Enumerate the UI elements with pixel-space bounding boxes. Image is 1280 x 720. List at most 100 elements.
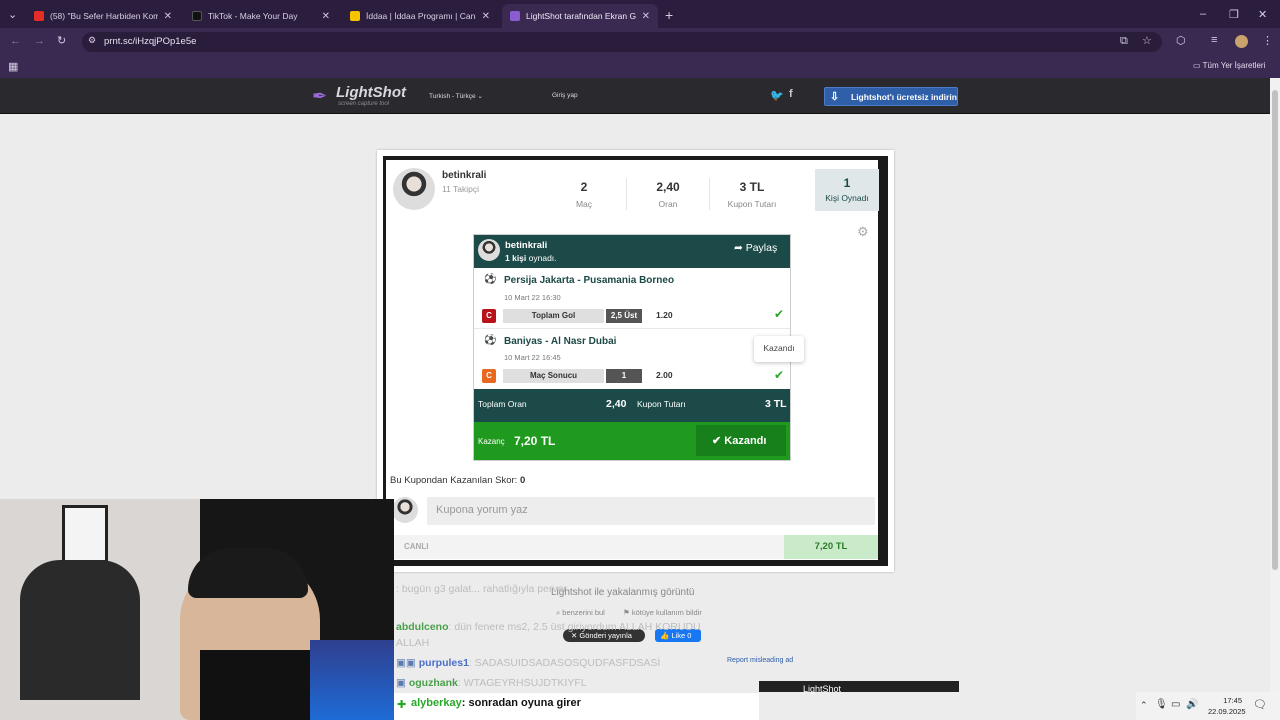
chat-user: alyberkay [411,697,462,709]
won-button[interactable]: ✔ Kazandı [696,425,786,456]
stat-label: Oran [658,199,678,209]
tab-youtube[interactable]: (58) "Bu Sefer Harbiden Komik ✕ [26,4,180,28]
chat-line: abdulceno: dün fenere ms2, 2.5 üst giriy… [396,619,731,651]
microphone-icon[interactable]: 🎙 [1155,699,1168,710]
tab-title: TikTok - Make Your Day [208,11,298,21]
chat-line: alyberkay: sonradan oyuna girer [411,697,581,709]
forward-icon[interactable]: → [34,35,45,47]
address-bar[interactable]: prnt.sc/iHzqjPOp1e5e [82,32,1162,52]
tab-iddaa[interactable]: İddaa | İddaa Programı | Canlı İ ✕ [342,4,498,28]
soccer-ball-icon: ⚽ [484,274,497,285]
minimize-button[interactable]: – [1200,8,1206,20]
played-bold: 1 kişi [505,253,527,263]
lightshot-icon [510,11,520,21]
tab-lightshot[interactable]: LightShot tarafından Ekran Gör ✕ [502,4,658,28]
share-button[interactable]: ➦ Paylaş [734,242,777,254]
total-odds-label: Toplam Oran [478,399,527,409]
played-rest: oynadı. [526,253,557,263]
stat-value: 2 [580,180,588,194]
maximize-button[interactable]: ❐ [1229,8,1239,21]
close-icon[interactable]: ✕ [482,11,490,22]
ad-logo-text: LightShot [803,684,842,694]
share-label: Paylaş [745,242,778,254]
close-window-button[interactable]: ✕ [1258,8,1267,21]
status-badge: C [482,309,496,323]
scrollbar-thumb[interactable] [1272,90,1278,570]
bookmark-star-icon[interactable]: ☆ [1142,34,1152,47]
all-bookmarks[interactable]: ▭ Tüm Yer İşaretleri [1193,61,1265,70]
chat-line: : bugün g3 galat... rahatlığıyla perver [396,582,726,597]
event-date: 10 Mart 22 16:30 [504,293,561,302]
ad-banner[interactable]: LightShot [759,681,959,694]
chat-user: purpules1 [418,657,469,669]
streamer-hair [188,548,308,598]
report-link[interactable]: ⚑ kötüye kullanım bildir [623,608,702,617]
profile-avatar[interactable] [1235,35,1248,48]
score-line: Bu Kupondan Kazanılan Skor: 0 [390,475,525,486]
tooltip: Kazandı [754,336,804,362]
language-label: Turkish - Türkçe [429,93,476,100]
apps-icon[interactable]: ▦ [8,60,18,73]
cat-poster [62,505,108,563]
followers-count: 11 Takipçi [442,184,480,194]
logo-text[interactable]: LightShot [336,84,406,101]
chat-user: oguzhank [408,677,458,689]
tray-chevron-icon[interactable]: ⌃ [1140,700,1148,711]
clock-date: 22.09.2025 [1208,707,1246,716]
score-label: Bu Kupondan Kazanılan Skor: [390,475,518,486]
twitter-icon[interactable]: 🐦 [770,89,784,102]
clock[interactable]: 17:45 22.09.2025 [1208,696,1246,716]
tab-title: (58) "Bu Sefer Harbiden Komik [50,11,158,21]
gain-value: 7,20 TL [514,434,556,448]
chat-user: abdulceno [396,621,449,633]
profile-name[interactable]: betinkrali [442,170,486,181]
tab-search-icon[interactable]: ⌄ [8,8,17,21]
login-link[interactable]: Giriş yap [552,92,578,99]
menu-icon[interactable]: ⋮ [1262,34,1273,47]
download-button[interactable]: ⇩ Lightshot'ı ücretsiz indirin [824,87,958,106]
coupon-played: 1 kişi oynadı. [505,253,557,263]
comment-input[interactable]: Kupona yorum yaz [427,497,875,525]
extensions-icon[interactable]: ⬡ [1176,34,1186,47]
volume-icon[interactable]: 🔊 [1186,699,1198,710]
chat-text: : sonradan oyuna girer [461,697,581,709]
clock-time: 17:45 [1223,696,1242,705]
status-badge: C [482,369,496,383]
stat-value: 3 TL [739,180,765,194]
facebook-icon[interactable]: f [789,88,793,100]
chat-text: : SADASUIDSADASOSQUDFASFDSASİ [468,657,661,669]
tab-tiktok[interactable]: TikTok - Make Your Day ✕ [184,4,338,28]
coupon-user[interactable]: betinkrali [505,240,547,251]
market-label: Toplam Gol [503,309,604,323]
chat-text: : bugün g3 galat... rahatlığıyla perver [396,583,568,595]
media-icon[interactable]: ≡ [1211,34,1217,46]
pick-label: 1 [606,369,642,383]
odd-value: 2.00 [656,370,673,380]
iddaa-icon [350,11,360,21]
new-tab-button[interactable]: + [665,7,673,23]
streamer-shirt [200,650,320,720]
plus-icon: ✚ [397,699,407,711]
gaming-chair [20,560,140,700]
gear-icon[interactable]: ⚙ [857,224,869,240]
report-ad-link[interactable]: Report misleading ad [727,657,793,664]
avatar [392,497,418,523]
find-similar-link[interactable]: ⌕ benzerini bul [556,608,605,618]
close-icon[interactable]: ✕ [322,11,330,22]
language-select[interactable]: Turkish - Türkçe ⌄ [429,92,483,100]
stat-match: 2 Maç [544,180,624,209]
close-icon[interactable]: ✕ [642,11,650,22]
stat-amount: 3 TL Kupon Tutarı [712,180,792,209]
site-info-icon[interactable]: ⚙ [88,35,96,46]
soccer-ball-icon: ⚽ [484,335,497,346]
close-icon[interactable]: ✕ [164,11,172,22]
find-similar-label: benzerini bul [562,608,605,617]
install-icon[interactable]: ⧉ [1120,35,1128,48]
network-icon[interactable]: ▭ [1171,699,1180,710]
back-icon[interactable]: ← [10,35,21,47]
stat-odds: 2,40 Oran [628,180,708,209]
live-label: CANLI [404,542,429,551]
reload-icon[interactable]: ↻ [57,34,66,47]
notification-icon[interactable]: 🗨 [1253,698,1267,711]
market-label: Maç Sonucu [503,369,604,383]
